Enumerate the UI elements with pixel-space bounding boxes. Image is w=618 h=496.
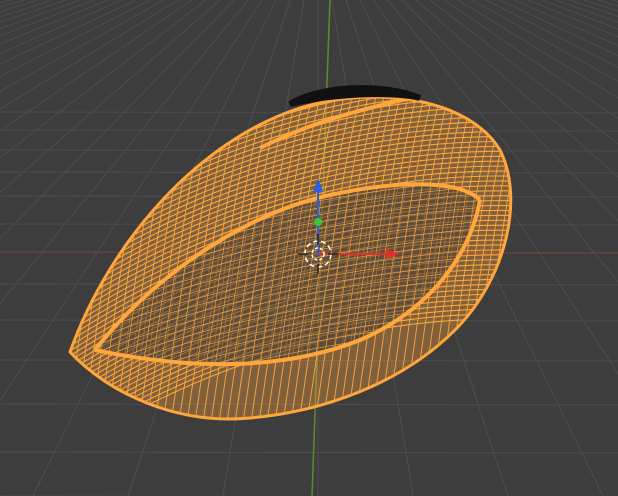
football-mesh[interactable] — [0, 0, 618, 496]
viewport-canvas[interactable] — [0, 0, 618, 496]
mesh-inner-edges — [95, 184, 480, 365]
y-axis-handle-icon — [314, 218, 322, 226]
3d-viewport[interactable] — [0, 0, 618, 496]
